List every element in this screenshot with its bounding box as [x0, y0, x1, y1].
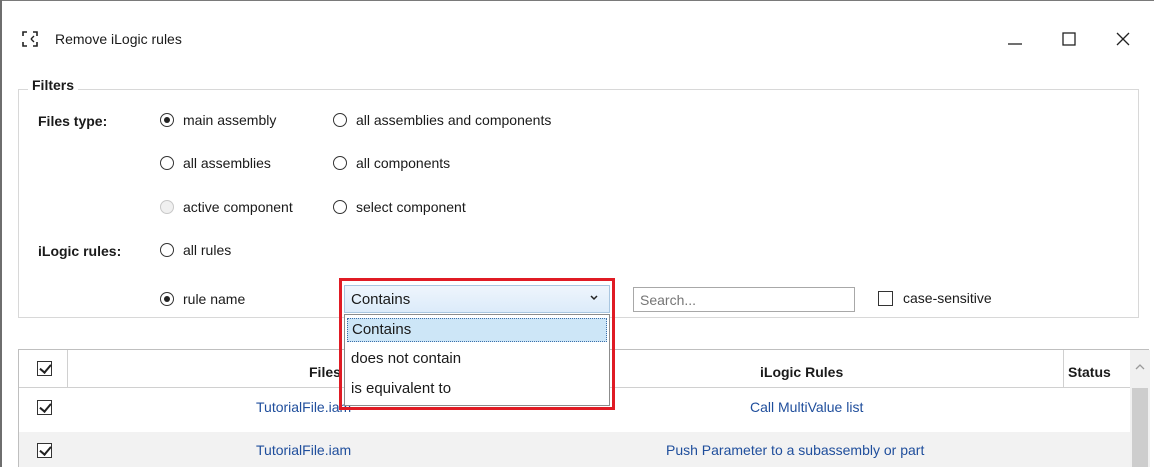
- radio-circle: [160, 113, 174, 127]
- filters-legend: Filters: [28, 77, 79, 93]
- radio-label: select component: [356, 199, 466, 215]
- files-type-label: Files type:: [38, 113, 108, 129]
- close-button[interactable]: [1100, 19, 1146, 59]
- radio-select-component[interactable]: select component: [333, 199, 466, 215]
- case-sensitive-checkbox[interactable]: case-sensitive: [878, 290, 992, 306]
- table-row[interactable]: TutorialFile.iam Push Parameter to a sub…: [19, 432, 1130, 467]
- radio-all-assemblies-and-components[interactable]: all assemblies and components: [333, 112, 551, 128]
- radio-main-assembly[interactable]: main assembly: [160, 112, 276, 128]
- radio-circle: [333, 113, 347, 127]
- maximize-button[interactable]: [1046, 19, 1092, 59]
- annotation-highlight-box: [339, 278, 615, 410]
- radio-all-assemblies[interactable]: all assemblies: [160, 155, 271, 171]
- checkbox-box: [37, 400, 52, 415]
- row-checkbox[interactable]: [37, 400, 62, 415]
- column-separator: [1063, 350, 1064, 388]
- radio-label: main assembly: [183, 112, 277, 128]
- column-header-ilogic-rules[interactable]: iLogic Rules: [760, 364, 843, 380]
- column-header-status[interactable]: Status: [1068, 364, 1111, 380]
- radio-circle: [160, 156, 174, 170]
- checkbox-label: case-sensitive: [903, 290, 992, 306]
- app-icon: [22, 31, 38, 47]
- row-checkbox[interactable]: [37, 443, 62, 458]
- title-bar[interactable]: Remove iLogic rules: [2, 1, 1154, 61]
- scroll-up-icon[interactable]: [1134, 363, 1146, 371]
- minimize-icon: [1008, 43, 1022, 45]
- ilogic-rules-label: iLogic rules:: [38, 243, 122, 259]
- maximize-icon: [1062, 32, 1076, 46]
- radio-circle: [333, 156, 347, 170]
- radio-label: all rules: [183, 242, 232, 258]
- close-icon: [1116, 32, 1130, 46]
- radio-label: active component: [183, 199, 293, 215]
- row-file: TutorialFile.iam: [256, 399, 352, 415]
- radio-all-rules[interactable]: all rules: [160, 242, 231, 258]
- column-separator: [67, 350, 68, 388]
- radio-all-components[interactable]: all components: [333, 155, 450, 171]
- window-title: Remove iLogic rules: [55, 31, 182, 47]
- radio-active-component: active component: [160, 199, 293, 215]
- radio-label: all assemblies and components: [356, 112, 552, 128]
- row-rule: Push Parameter to a subassembly or part: [666, 442, 925, 458]
- radio-rule-name[interactable]: rule name: [160, 291, 245, 307]
- row-rule: Call MultiValue list: [750, 399, 864, 415]
- scrollbar-thumb[interactable]: [1132, 388, 1148, 467]
- checkbox-box: [878, 290, 893, 306]
- vertical-scrollbar[interactable]: [1130, 350, 1150, 467]
- checkbox-box: [37, 443, 52, 458]
- search-input[interactable]: [633, 287, 855, 312]
- minimize-button[interactable]: [992, 19, 1038, 59]
- checkbox-box: [37, 361, 52, 376]
- radio-circle: [333, 200, 347, 214]
- radio-label: all assemblies: [183, 155, 271, 171]
- radio-label: rule name: [183, 291, 246, 307]
- radio-circle: [160, 243, 174, 257]
- window-left-border: [0, 0, 2, 467]
- radio-circle: [160, 200, 174, 214]
- remove-ilogic-rules-window: Remove iLogic rules Filters Files type: …: [0, 0, 1154, 467]
- radio-label: all components: [356, 155, 451, 171]
- row-file: TutorialFile.iam: [256, 442, 352, 458]
- radio-circle: [160, 292, 174, 306]
- column-header-files[interactable]: Files: [309, 364, 341, 380]
- select-all-checkbox[interactable]: [37, 361, 62, 376]
